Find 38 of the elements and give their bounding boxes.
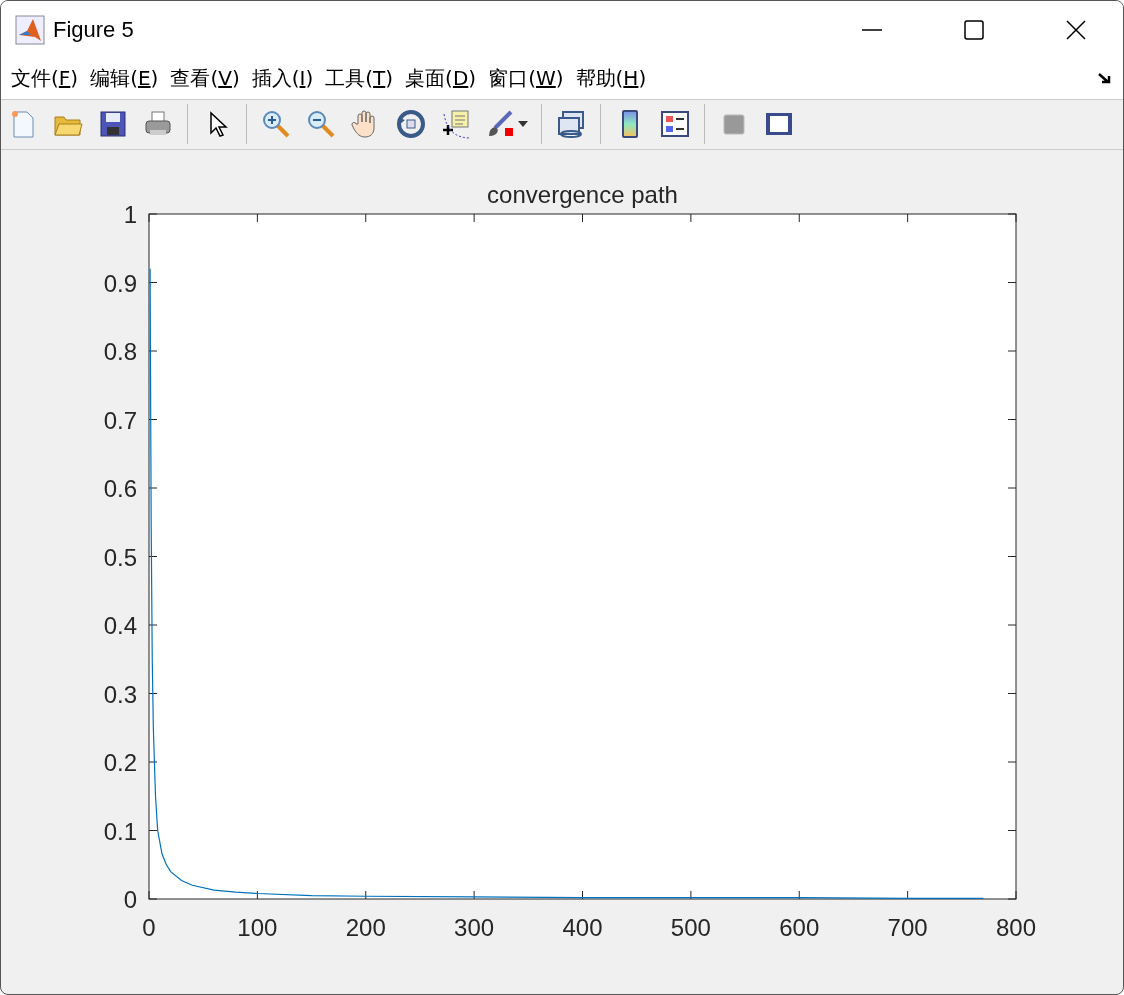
menu-item[interactable]: 编辑(E) — [84, 63, 165, 95]
close-icon[interactable] — [1064, 18, 1088, 42]
y-tick-label: 0.6 — [103, 475, 137, 502]
y-tick-label: 0.4 — [103, 612, 137, 639]
x-tick-label: 100 — [237, 914, 278, 941]
x-tick-label: 500 — [670, 914, 711, 941]
y-tick-label: 0.5 — [103, 543, 137, 571]
dock-arrow-icon[interactable] — [1097, 71, 1113, 86]
menu-item[interactable]: 查看(V) — [164, 63, 246, 95]
x-tick-label: 0 — [142, 914, 156, 941]
data-tip-icon[interactable] — [440, 108, 472, 141]
linked-windows-icon[interactable] — [555, 108, 587, 141]
x-tick-label: 600 — [779, 914, 820, 941]
menu-item[interactable]: 插入(I) — [245, 63, 320, 95]
y-tick-label: 0.1 — [103, 817, 137, 845]
y-tick-label: 0.9 — [103, 269, 137, 297]
chart-title: convergence path — [487, 181, 678, 208]
menu-item[interactable]: 窗口(W) — [482, 63, 570, 95]
menu-item[interactable]: 帮助(H) — [569, 63, 653, 95]
window-title: Figure 5 — [53, 17, 135, 43]
x-tick-label: 300 — [454, 914, 495, 941]
app-logo-icon — [15, 15, 45, 45]
x-tick-label: 800 — [996, 914, 1036, 941]
menu-item[interactable]: 文件(F) — [5, 63, 85, 95]
x-tick-label: 200 — [345, 914, 386, 941]
y-tick-label: 0.3 — [103, 680, 137, 708]
y-tick-label: 0 — [123, 886, 137, 913]
rotate-icon[interactable] — [395, 108, 427, 141]
menu-item[interactable]: 工具(T) — [319, 63, 400, 95]
x-tick-label: 700 — [887, 914, 928, 941]
y-tick-label: 0.7 — [103, 406, 137, 434]
y-tick-label: 0.2 — [103, 749, 137, 776]
menu-item[interactable]: 桌面(D) — [399, 63, 483, 95]
y-tick-label: 1 — [123, 201, 137, 228]
y-tick-label: 0.8 — [103, 338, 137, 365]
dropdown-caret-icon[interactable] — [518, 121, 528, 128]
x-tick-label: 400 — [562, 914, 603, 941]
maximize-icon[interactable] — [962, 18, 986, 42]
